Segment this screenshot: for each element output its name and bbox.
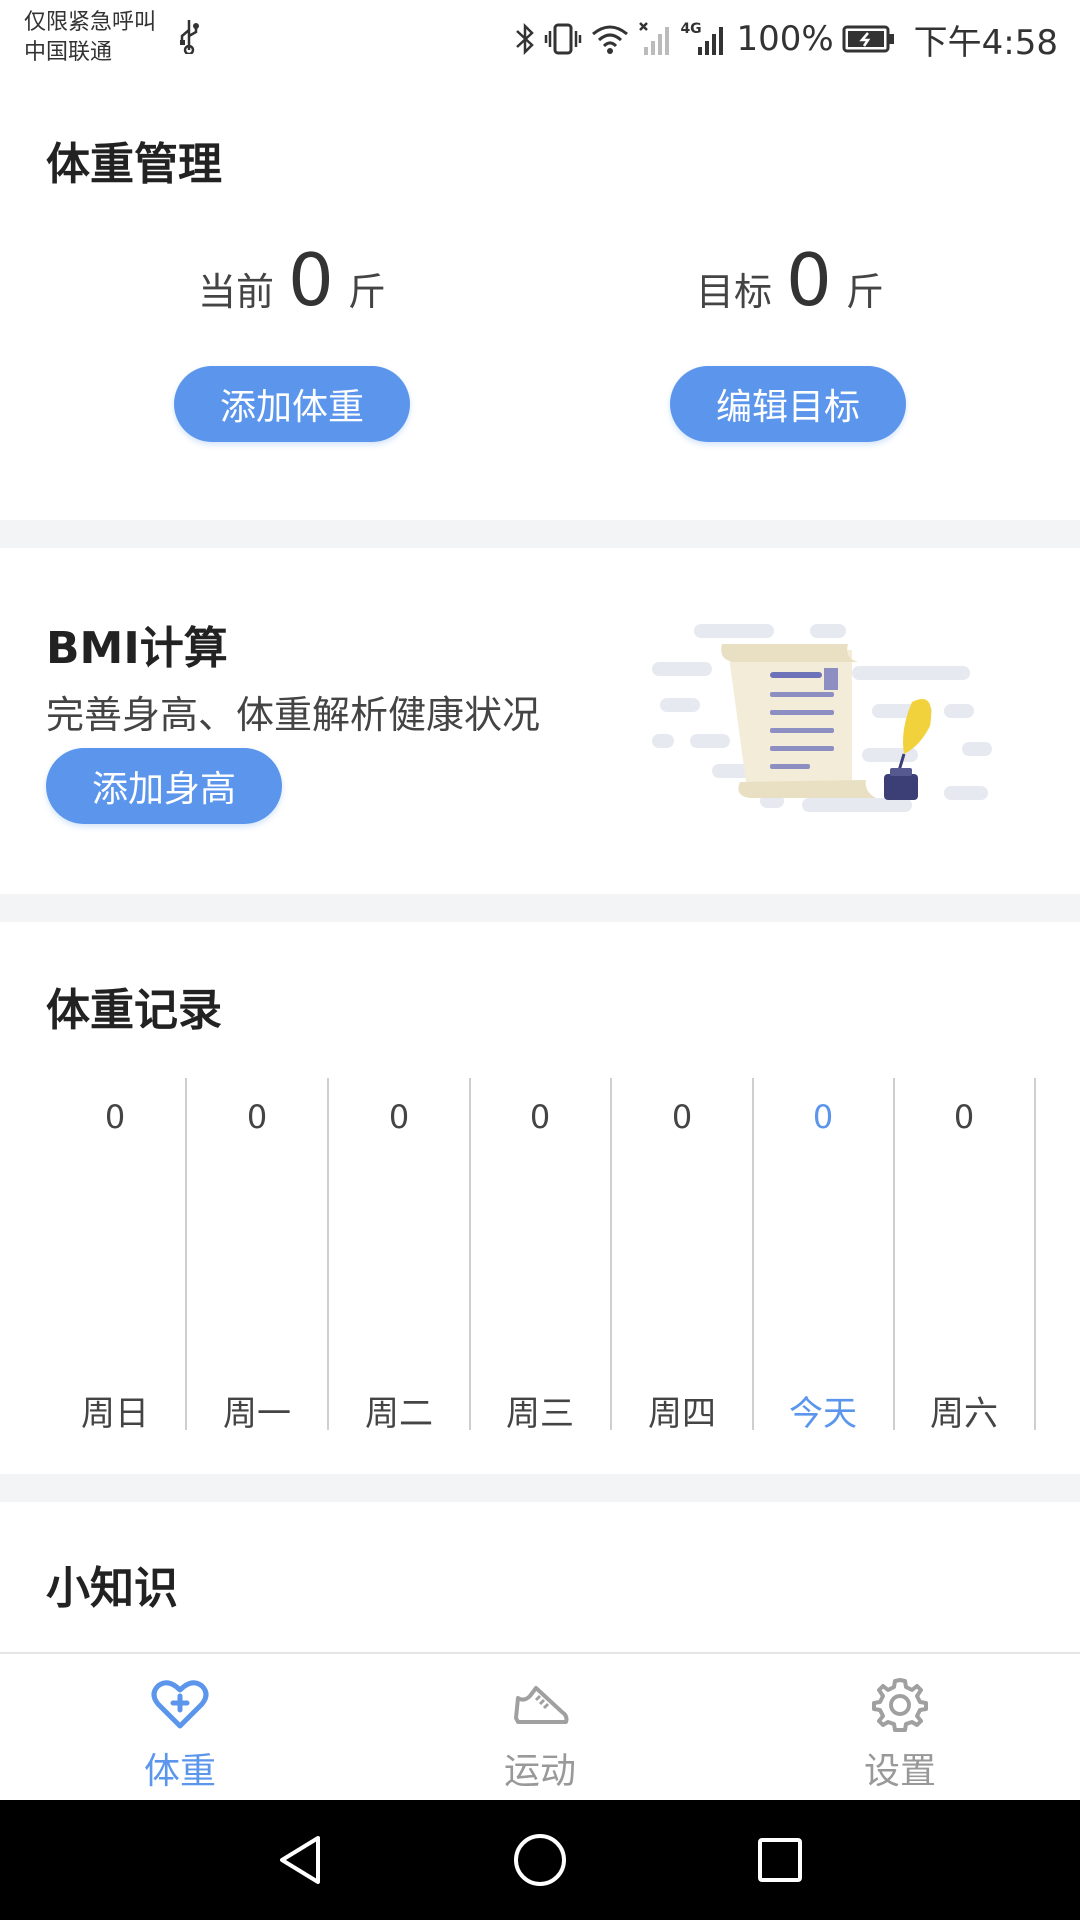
record-day-column[interactable]: 0 周四: [612, 1078, 754, 1434]
add-height-button[interactable]: 添加身高: [46, 748, 282, 824]
record-day-value: 0: [812, 1098, 834, 1136]
record-day-value: 0: [104, 1098, 126, 1136]
weight-records-title: 体重记录: [46, 985, 222, 1036]
section-divider: [0, 1474, 1080, 1502]
bottom-navigation: 体重 运动 设置: [0, 1652, 1080, 1800]
target-weight-label: 目标: [696, 270, 773, 314]
home-icon[interactable]: [512, 1832, 568, 1888]
record-day-label: 周三: [506, 1394, 574, 1434]
battery-charging-icon: [842, 25, 894, 53]
clock: 下午4:58: [913, 22, 1058, 63]
recents-icon[interactable]: [756, 1836, 804, 1884]
signal-4g-icon: 4G: [680, 21, 728, 57]
heart-plus-icon: [151, 1680, 209, 1729]
document-quill-illustration: [652, 624, 992, 812]
record-day-value: 0: [246, 1098, 268, 1136]
vibrate-icon: [545, 23, 582, 55]
record-day-value: 0: [529, 1098, 551, 1136]
sneaker-icon: [514, 1686, 569, 1724]
nav-tab-label: 运动: [503, 1751, 576, 1792]
usb-icon: [180, 20, 199, 54]
battery-percent: 100%: [736, 19, 834, 59]
record-day-label: 周一: [223, 1394, 291, 1434]
carrier-name: 中国联通: [24, 40, 113, 65]
nav-tab-label: 设置: [863, 1751, 936, 1792]
system-navigation-bar: [0, 1800, 1080, 1920]
status-icons: 4G 100% 下午4:58: [514, 14, 1058, 64]
column-separator: [1034, 1078, 1036, 1430]
tips-title: 小知识: [46, 1563, 178, 1614]
record-today-column[interactable]: 0 今天: [753, 1078, 895, 1434]
current-weight-label: 当前: [198, 270, 275, 314]
section-divider: [0, 520, 1080, 548]
nav-tab-weight[interactable]: 体重: [60, 1654, 300, 1802]
current-weight-value: 0: [288, 238, 334, 322]
record-day-label: 今天: [789, 1394, 857, 1434]
bmi-title: BMI计算: [46, 623, 228, 674]
wifi-icon: [592, 25, 629, 54]
record-day-label: 周日: [81, 1394, 149, 1434]
bmi-card: BMI计算 完善身高、体重解析健康状况 添加身高: [0, 548, 1080, 894]
nav-tab-settings[interactable]: 设置: [780, 1654, 1020, 1802]
record-day-column[interactable]: 0 周一: [187, 1078, 329, 1434]
status-bar: 仅限紧急呼叫 中国联通 4G 100% 下午4:58: [0, 0, 1080, 80]
bluetooth-icon: [516, 22, 535, 56]
add-weight-button[interactable]: 添加体重: [174, 366, 410, 442]
current-weight-unit: 斤: [347, 270, 386, 314]
nav-tab-label: 体重: [143, 1751, 216, 1792]
gear-icon: [872, 1678, 928, 1732]
bmi-description: 完善身高、体重解析健康状况: [46, 693, 541, 737]
record-day-column[interactable]: 0 周日: [45, 1078, 187, 1434]
target-weight-unit: 斤: [845, 270, 884, 314]
record-day-column[interactable]: 0 周六: [894, 1078, 1036, 1434]
section-divider: [0, 894, 1080, 922]
signal-no-sim-icon: [639, 22, 670, 55]
record-day-value: 0: [671, 1098, 693, 1136]
weight-management-card: 体重管理 当前 0 斤 目标 0 斤 添加体重 编辑目标: [0, 80, 1080, 520]
target-weight: 目标 0 斤: [696, 238, 884, 322]
record-day-value: 0: [953, 1098, 975, 1136]
weight-management-title: 体重管理: [46, 139, 222, 190]
nav-tab-exercise[interactable]: 运动: [420, 1654, 660, 1802]
record-day-column[interactable]: 0 周二: [329, 1078, 471, 1434]
target-weight-value: 0: [786, 238, 832, 322]
record-day-column[interactable]: 0 周三: [470, 1078, 612, 1434]
record-day-label: 周四: [648, 1394, 716, 1434]
emergency-calls-text: 仅限紧急呼叫: [24, 10, 157, 35]
record-day-label: 周二: [365, 1394, 433, 1434]
record-day-label: 周六: [930, 1394, 998, 1434]
app-screen: 仅限紧急呼叫 中国联通 4G 100% 下午4:58 体重管理 当前 0 斤 目…: [0, 0, 1080, 1920]
current-weight: 当前 0 斤: [198, 238, 386, 322]
back-icon[interactable]: [276, 1834, 324, 1886]
tips-card: 小知识: [0, 1502, 1080, 1652]
record-day-value: 0: [388, 1098, 410, 1136]
carrier-info: 仅限紧急呼叫 中国联通: [24, 8, 156, 68]
edit-target-button[interactable]: 编辑目标: [670, 366, 906, 442]
